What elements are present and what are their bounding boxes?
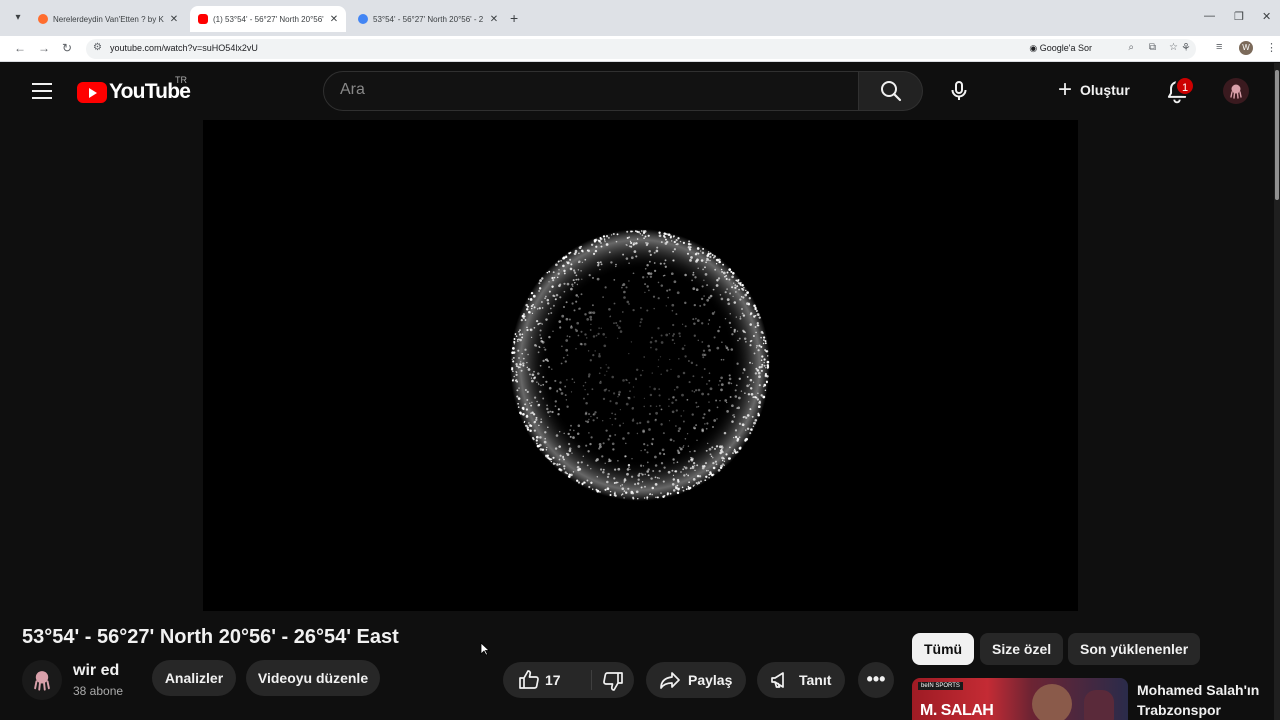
video-player[interactable] <box>203 120 1078 611</box>
scrollbar-thumb[interactable] <box>1275 70 1279 200</box>
tab-close-icon[interactable]: ✕ <box>328 14 340 25</box>
tab-title: Nerelerdeydin Van'Etten ? by K <box>53 14 164 24</box>
search-icon <box>881 81 902 102</box>
reading-list-icon[interactable]: ≡ <box>1216 41 1222 53</box>
mouse-cursor-icon <box>480 642 490 656</box>
browser-tab-strip: ▾ Nerelerdeydin Van'Etten ? by K ✕ (1) 5… <box>0 0 1280 36</box>
thumbnail-player-figure <box>1084 690 1114 720</box>
browser-menu-icon[interactable]: ⋮ <box>1266 41 1277 54</box>
octopus-avatar-icon <box>1230 84 1242 99</box>
profile-avatar[interactable]: W <box>1239 41 1253 55</box>
browser-tab-3[interactable]: 53°54' - 56°27' North 20°56' - 2 ✕ <box>350 6 506 32</box>
microphone-icon <box>951 81 967 100</box>
tab-close-icon[interactable]: ✕ <box>488 14 500 25</box>
channel-avatar[interactable] <box>22 660 62 700</box>
bookmark-star-icon[interactable]: ☆ <box>1169 42 1178 53</box>
google-lens-button[interactable]: ◉ Google'a Sor <box>1029 43 1092 54</box>
youtube-logo[interactable]: YouTube TR <box>77 75 191 104</box>
tab-title: 53°54' - 56°27' North 20°56' - 2 <box>373 14 484 24</box>
lens-label: Google'a Sor <box>1039 43 1092 53</box>
analytics-button[interactable]: Analizler <box>152 660 236 696</box>
youtube-page: YouTube TR + Oluştur 1 <box>6 63 1274 720</box>
like-thumbs-up-icon[interactable] <box>517 668 541 692</box>
thumbnail-brand: beIN SPORTS <box>918 682 963 690</box>
create-button[interactable]: + Oluştur <box>1058 76 1130 103</box>
youtube-favicon-icon <box>198 14 208 24</box>
window-close-icon[interactable]: ✕ <box>1262 10 1271 23</box>
share-label: Paylaş <box>688 672 733 688</box>
tab-close-icon[interactable]: ✕ <box>168 14 180 25</box>
create-label: Oluştur <box>1080 82 1130 98</box>
site-info-icon[interactable]: ⚙ <box>93 42 102 53</box>
promote-button[interactable]: Tanıt <box>757 662 846 698</box>
recommended-video-title[interactable]: Mohamed Salah'ın Trabzonspor <box>1137 680 1267 720</box>
lens-icon: ◉ <box>1029 43 1038 53</box>
browser-toolbar: ← → ↻ ⚙ youtube.com/watch?v=suHO54lx2vU … <box>0 36 1280 62</box>
browser-tab-1[interactable]: Nerelerdeydin Van'Etten ? by K ✕ <box>30 6 186 32</box>
plus-icon: + <box>1058 76 1073 103</box>
chip-all[interactable]: Tümü <box>912 633 975 665</box>
tab-favicon-icon <box>38 14 48 24</box>
menu-icon[interactable] <box>32 83 52 99</box>
google-favicon-icon <box>358 14 368 24</box>
notification-badge: 1 <box>1175 76 1195 96</box>
thumbnail-caption: M. SALAH <box>920 702 994 719</box>
like-divider <box>591 670 592 690</box>
video-frame-particle-sphere <box>510 229 770 501</box>
search-input[interactable] <box>340 81 840 99</box>
restore-icon[interactable]: ❐ <box>1234 10 1244 23</box>
dislike-thumbs-down-icon[interactable] <box>601 669 625 693</box>
video-title: 53°54' - 56°27' North 20°56' - 26°54' Ea… <box>22 626 399 648</box>
thumbnail-player-figure <box>1032 684 1072 720</box>
tab-title: (1) 53°54' - 56°27' North 20°56' <box>213 14 324 24</box>
recommended-video-thumbnail[interactable]: beIN SPORTS M. SALAH <box>912 678 1128 720</box>
tab-search-chevron-icon[interactable]: ▾ <box>10 10 26 26</box>
megaphone-icon <box>771 672 784 688</box>
back-icon[interactable]: ← <box>14 41 26 55</box>
browser-tab-2-active[interactable]: (1) 53°54' - 56°27' North 20°56' ✕ <box>190 6 346 32</box>
reload-icon[interactable]: ↻ <box>62 41 72 55</box>
octopus-avatar-icon <box>34 671 50 691</box>
subscriber-count: 38 abone <box>73 684 124 698</box>
account-avatar[interactable] <box>1223 78 1249 104</box>
share-arrow-icon <box>660 672 680 689</box>
country-code: TR <box>175 75 187 85</box>
share-button[interactable]: Paylaş <box>646 662 747 698</box>
edit-video-button[interactable]: Videoyu düzenle <box>246 660 380 696</box>
url-text[interactable]: youtube.com/watch?v=suHO54lx2vU <box>110 43 258 53</box>
chip-for-you[interactable]: Size özel <box>980 633 1064 665</box>
address-bar[interactable]: ⚙ youtube.com/watch?v=suHO54lx2vU ◉ Goog… <box>86 39 1196 59</box>
install-app-icon[interactable]: ⧉ <box>1149 42 1156 53</box>
channel-name[interactable]: wir ed <box>73 662 119 680</box>
extensions-icon[interactable]: ⚘ <box>1181 41 1191 54</box>
chip-recently-uploaded[interactable]: Son yüklenenler <box>1068 633 1201 665</box>
zoom-icon[interactable]: ⌕ <box>1128 42 1134 53</box>
more-actions-icon[interactable]: ••• <box>858 662 894 698</box>
search-button[interactable] <box>859 71 923 111</box>
voice-search-button[interactable] <box>939 71 979 111</box>
new-tab-icon[interactable]: + <box>510 10 518 26</box>
minimize-icon[interactable]: — <box>1204 10 1215 22</box>
youtube-play-icon <box>77 81 107 103</box>
search-box <box>323 71 859 111</box>
promote-label: Tanıt <box>799 672 832 688</box>
like-count: 17 <box>545 672 561 688</box>
like-dislike-group: 17 <box>503 662 634 698</box>
forward-icon[interactable]: → <box>38 41 50 55</box>
